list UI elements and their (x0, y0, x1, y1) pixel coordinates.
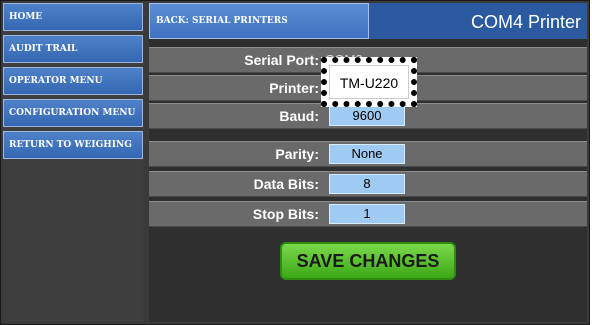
parity-row: Parity: None (149, 141, 587, 167)
printer-field[interactable]: TM-U220 (329, 65, 409, 99)
header-bar: BACK: SERIAL PRINTERS COM4 Printer (149, 3, 587, 39)
printer-highlight-box: TM-U220 (321, 57, 417, 107)
parity-label: Parity: (275, 146, 319, 162)
stop-bits-row: Stop Bits: 1 (149, 201, 587, 227)
baud-label: Baud: (279, 108, 319, 124)
sidebar-item-return-to-weighing[interactable]: RETURN TO WEIGHING (3, 131, 143, 159)
data-bits-row: Data Bits: 8 (149, 171, 587, 197)
screen: HOME AUDIT TRAIL OPERATOR MENU CONFIGURA… (0, 0, 590, 325)
page-title: COM4 Printer (470, 12, 581, 32)
data-bits-field[interactable]: 8 (329, 174, 405, 194)
sidebar: HOME AUDIT TRAIL OPERATOR MENU CONFIGURA… (3, 3, 143, 322)
sidebar-item-operator-menu[interactable]: OPERATOR MENU (3, 67, 143, 95)
printer-label: Printer: (269, 80, 319, 96)
serial-port-label: Serial Port: (244, 52, 319, 68)
baud-field[interactable]: 9600 (329, 106, 405, 126)
parity-field[interactable]: None (329, 144, 405, 164)
stop-bits-field[interactable]: 1 (329, 204, 405, 224)
sidebar-item-configuration-menu[interactable]: CONFIGURATION MENU (3, 99, 143, 127)
save-changes-button[interactable]: SAVE CHANGES (280, 242, 456, 280)
sidebar-item-home[interactable]: HOME (3, 3, 143, 31)
data-bits-label: Data Bits: (253, 176, 319, 192)
stop-bits-label: Stop Bits: (252, 206, 319, 222)
main-panel: BACK: SERIAL PRINTERS COM4 Printer Seria… (149, 3, 587, 322)
sidebar-item-audit-trail[interactable]: AUDIT TRAIL (3, 35, 143, 63)
back-button[interactable]: BACK: SERIAL PRINTERS (149, 3, 369, 39)
